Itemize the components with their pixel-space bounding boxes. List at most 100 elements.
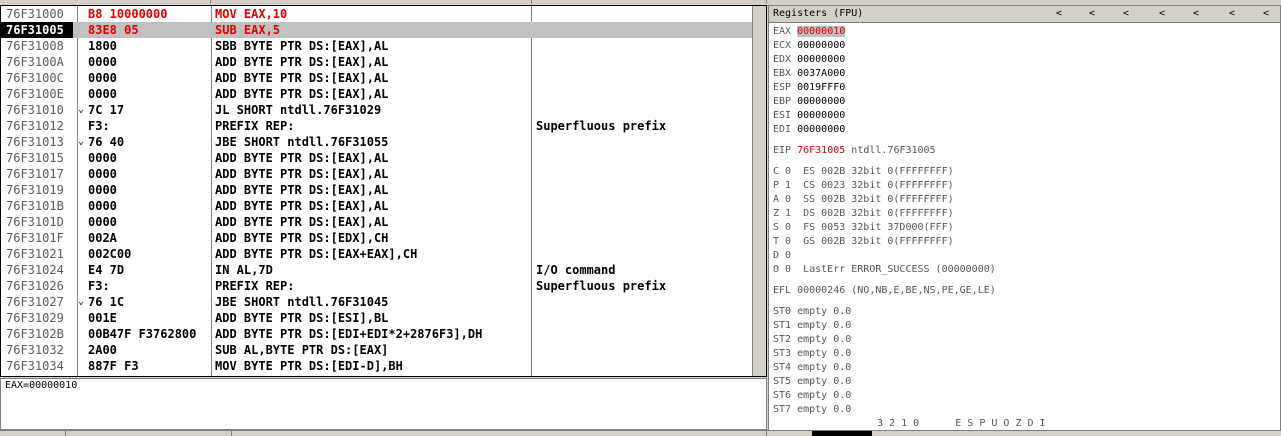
register-line[interactable]: EAX 00000010 xyxy=(773,25,846,38)
hex-dump-cell: 0000 xyxy=(88,215,117,229)
flag-line[interactable]: P 1 CS 0023 32bit 0(FFFFFFFF) xyxy=(773,179,954,192)
hex-dump-cell: 7C 17 xyxy=(88,103,125,117)
address-cell: 76F31027 xyxy=(6,295,64,309)
fpu-footer[interactable]: 3 2 1 0 E S P U O Z D I xyxy=(877,417,1046,430)
flag-text: O 0 LastErr ERROR_SUCCESS (00000000) xyxy=(773,264,996,275)
flag-line[interactable]: O 0 LastErr ERROR_SUCCESS (00000000) xyxy=(773,263,996,276)
address-cell: 76F31019 xyxy=(6,183,64,197)
register-line[interactable]: EBX 0037A000 xyxy=(773,67,845,80)
collapse-arrow-icon[interactable]: < xyxy=(1056,8,1062,19)
registers-pane[interactable]: Registers (FPU) < < < < < < < EAX 00000010 ECX … xyxy=(768,5,1281,435)
column-header-comment[interactable] xyxy=(532,0,767,4)
disasm-row[interactable]: 76F31032 2A00 SUB AL,BYTE PTR DS:[EAX] xyxy=(1,342,752,358)
hex-dump-cell: 0000 xyxy=(88,87,117,101)
disassembly-cell: ADD BYTE PTR DS:[EAX],AL xyxy=(215,151,389,165)
disasm-row[interactable]: 76F31019 0000 ADD BYTE PTR DS:[EAX],AL xyxy=(1,182,752,198)
address-cell: 76F31029 xyxy=(6,311,64,325)
disasm-row[interactable]: 76F31013 ⌄ 76 40 JBE SHORT ntdll.76F31055 xyxy=(1,134,752,150)
column-header-disassembly[interactable] xyxy=(211,0,532,4)
register-line[interactable]: ECX 00000000 xyxy=(773,39,845,52)
disasm-row[interactable]: 76F31029 001E ADD BYTE PTR DS:[ESI],BL xyxy=(1,310,752,326)
disasm-row[interactable]: 76F31015 0000 ADD BYTE PTR DS:[EAX],AL xyxy=(1,150,752,166)
disasm-row[interactable]: 76F3101D 0000 ADD BYTE PTR DS:[EAX],AL xyxy=(1,214,752,230)
fpu-line[interactable]: ST6 empty 0.0 xyxy=(773,389,851,402)
address-cell: 76F31026 xyxy=(6,279,64,293)
register-value: 00000000 xyxy=(797,96,846,107)
disasm-row[interactable]: 76F3100C 0000 ADD BYTE PTR DS:[EAX],AL xyxy=(1,70,752,86)
collapse-arrow-icon[interactable]: < xyxy=(1193,8,1199,19)
address-cell: 76F31005 xyxy=(1,22,73,38)
disasm-row[interactable]: 76F31034 887F F3 MOV BYTE PTR DS:[EDI-D],B… xyxy=(1,358,752,374)
disasm-row[interactable]: 76F31021 002C00 ADD BYTE PTR DS:[EAX+EAX],… xyxy=(1,246,752,262)
fpu-line[interactable]: ST0 empty 0.0 xyxy=(773,305,851,318)
disasm-row[interactable]: 76F3101B 0000 ADD BYTE PTR DS:[EAX],AL xyxy=(1,198,752,214)
register-line[interactable]: ESI 00000000 xyxy=(773,109,845,122)
disassembly-cell: IN AL,7D xyxy=(215,263,273,277)
register-line[interactable]: ESP 0019FFF0 xyxy=(773,81,845,94)
disasm-row[interactable]: 76F31000 B8 10000000 MOV EAX,10 xyxy=(1,6,752,22)
collapse-arrow-icon[interactable]: < xyxy=(1159,8,1165,19)
dump-column-header[interactable] xyxy=(66,431,232,436)
flag-line[interactable]: C 0 ES 002B 32bit 0(FFFFFFFF) xyxy=(773,165,954,178)
register-value: 00000010 xyxy=(797,26,846,37)
disasm-row[interactable]: 76F31005 83E8 05 SUB EAX,5 xyxy=(1,22,752,38)
fpu-line[interactable]: ST2 empty 0.0 xyxy=(773,333,851,346)
flag-line[interactable]: D 0 xyxy=(773,249,791,262)
address-cell: 76F31012 xyxy=(6,119,64,133)
flag-line[interactable]: Z 1 DS 002B 32bit 0(FFFFFFFF) xyxy=(773,207,954,220)
fpu-line[interactable]: ST3 empty 0.0 xyxy=(773,347,851,360)
register-line[interactable]: EDI 00000000 xyxy=(773,123,845,136)
hex-dump-cell: 0000 xyxy=(88,71,117,85)
dump-column-header[interactable] xyxy=(232,431,767,436)
eip-line[interactable]: EIP 76F31005 ntdll.76F31005 xyxy=(773,144,936,157)
flag-line[interactable]: A 0 SS 002B 32bit 0(FFFFFFFF) xyxy=(773,193,954,206)
disasm-row[interactable]: 76F31012 F3: PREFIX REP: Superfluous prefix xyxy=(1,118,752,134)
disasm-row[interactable]: 76F3100E 0000 ADD BYTE PTR DS:[EAX],AL xyxy=(1,86,752,102)
collapse-arrow-icon[interactable]: < xyxy=(1229,8,1235,19)
column-header-address[interactable] xyxy=(0,0,211,4)
disasm-row[interactable]: 76F31008 1800 SBB BYTE PTR DS:[EAX],AL xyxy=(1,38,752,54)
disasm-row[interactable]: 76F3102B 00B47F F3762800 ADD BYTE PTR DS:[… xyxy=(1,326,752,342)
disassembly-pane[interactable]: 76F31000 B8 10000000 MOV EAX,10 76F31005 83E… xyxy=(0,5,767,377)
fpu-text: ST1 empty 0.0 xyxy=(773,320,852,331)
address-cell: 76F31034 xyxy=(6,359,64,373)
disasm-row[interactable]: 76F3100A 0000 ADD BYTE PTR DS:[EAX],AL xyxy=(1,54,752,70)
register-name: ECX xyxy=(773,40,792,51)
collapse-arrow-icon[interactable]: < xyxy=(1123,8,1129,19)
disasm-row[interactable]: 76F31024 E4 7D IN AL,7D I/O command xyxy=(1,262,752,278)
address-cell: 76F3100A xyxy=(6,55,64,69)
hex-dump-cell: F3: xyxy=(88,119,110,133)
register-value: 76F31005 xyxy=(797,145,846,156)
fpu-text: ST5 empty 0.0 xyxy=(773,376,852,387)
fpu-line[interactable]: ST4 empty 0.0 xyxy=(773,361,851,374)
disasm-row[interactable]: 76F31010 ⌄ 7C 17 JL SHORT ntdll.76F31029 xyxy=(1,102,752,118)
register-line[interactable]: EDX 00000000 xyxy=(773,53,845,66)
disassembly-cell: JBE SHORT ntdll.76F31055 xyxy=(215,135,389,149)
collapse-arrow-icon[interactable]: < xyxy=(1089,8,1095,19)
disasm-row[interactable]: 76F31017 0000 ADD BYTE PTR DS:[EAX],AL xyxy=(1,166,752,182)
fpu-line[interactable]: ST5 empty 0.0 xyxy=(773,375,851,388)
flag-line[interactable]: S 0 FS 0053 32bit 37D000(FFF) xyxy=(773,221,954,234)
efl-line[interactable]: EFL 00000246 (NO,NB,E,BE,NS,PE,GE,LE) xyxy=(773,284,996,297)
fpu-line[interactable]: ST1 empty 0.0 xyxy=(773,319,851,332)
address-cell: 76F3100C xyxy=(6,71,64,85)
collapse-arrow-icon[interactable]: < xyxy=(1263,8,1269,19)
register-name: ESP xyxy=(773,82,792,93)
disasm-row[interactable]: 76F31026 F3: PREFIX REP: Superfluous prefix xyxy=(1,278,752,294)
address-cell: 76F3101F xyxy=(6,231,64,245)
disasm-row[interactable]: 76F3101F 002A ADD BYTE PTR DS:[EDX],CH xyxy=(1,230,752,246)
address-cell: 76F3100E xyxy=(6,87,64,101)
stack-column-header[interactable] xyxy=(812,431,872,436)
register-name: EDI xyxy=(773,124,792,135)
vertical-scrollbar[interactable] xyxy=(752,6,766,376)
flag-text: S 0 FS 0053 32bit 37D000(FFF) xyxy=(773,222,954,233)
registers-title-bar: Registers (FPU) < < < < < < < xyxy=(769,6,1280,23)
dump-column-header[interactable] xyxy=(0,431,66,436)
hex-dump-cell: 76 1C xyxy=(88,295,125,309)
flag-line[interactable]: T 0 GS 002B 32bit 0(FFFFFFFF) xyxy=(773,235,954,248)
fpu-line[interactable]: ST7 empty 0.0 xyxy=(773,403,851,416)
hex-dump-cell: 0000 xyxy=(88,55,117,69)
register-line[interactable]: EBP 00000000 xyxy=(773,95,845,108)
bottom-pane-divider[interactable] xyxy=(0,430,1281,436)
disasm-row[interactable]: 76F31027 ⌄ 76 1C JBE SHORT ntdll.76F31045 xyxy=(1,294,752,310)
